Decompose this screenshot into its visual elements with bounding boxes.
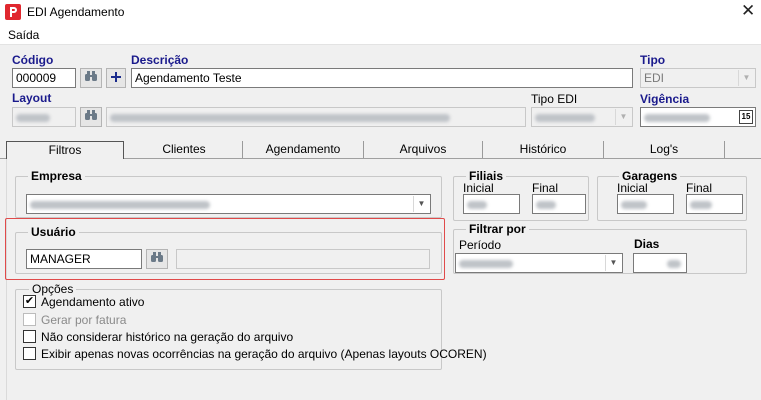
usuario-field[interactable]: MANAGER [26, 249, 142, 269]
dias-label: Dias [634, 237, 660, 251]
codigo-field[interactable]: 000009 [12, 68, 76, 88]
binoculars-icon [150, 252, 164, 266]
nao-considerar-historico-label: Não considerar histórico na geração do a… [41, 330, 294, 344]
gerar-por-fatura-checkbox [23, 313, 36, 326]
add-button[interactable] [106, 68, 126, 88]
garagens-inicial-field[interactable] [617, 194, 674, 214]
app-logo-icon [5, 4, 21, 20]
filiais-inicial-label: Inicial [463, 181, 494, 195]
layout-code-field [12, 107, 76, 127]
filiais-inicial-field[interactable] [463, 194, 520, 214]
tipo-value: EDI [644, 71, 665, 85]
nao-considerar-historico-checkbox[interactable] [23, 330, 36, 343]
menu-item-saida[interactable]: Saída [8, 28, 39, 42]
periodo-select[interactable]: ▼ [455, 253, 623, 273]
tipo-edi-select: ▼ [531, 107, 633, 127]
tab-logs[interactable]: Log's [604, 141, 724, 158]
tab-clientes[interactable]: Clientes [126, 141, 242, 158]
garagens-final-label: Final [686, 181, 713, 195]
codigo-label: Código [12, 53, 54, 67]
opcoes-label: Opções [29, 282, 77, 296]
vigencia-date-field[interactable]: 15 [640, 107, 756, 127]
periodo-label: Período [459, 238, 502, 252]
empresa-label: Empresa [28, 169, 85, 183]
layout-description-field [106, 107, 526, 127]
filiais-final-label: Final [532, 181, 559, 195]
filiais-final-field[interactable] [532, 194, 586, 214]
tab-agendamento[interactable]: Agendamento [243, 141, 363, 158]
search-usuario-button[interactable] [146, 249, 168, 269]
tipo-select: EDI ▼ [640, 68, 756, 88]
tab-historico[interactable]: Histórico [483, 141, 603, 158]
layout-label: Layout [12, 91, 52, 105]
binoculars-icon [84, 71, 98, 85]
agendamento-ativo-label: Agendamento ativo [41, 295, 145, 309]
descricao-field[interactable]: Agendamento Teste [131, 68, 633, 88]
dias-field[interactable] [633, 253, 687, 273]
window-title: EDI Agendamento [27, 5, 125, 19]
vigencia-label: Vigência [640, 92, 690, 106]
binoculars-icon [84, 110, 98, 124]
usuario-label: Usuário [28, 225, 79, 239]
chevron-down-icon: ▼ [738, 70, 754, 86]
agendamento-ativo-checkbox[interactable]: ✔ [23, 295, 36, 308]
tab-separator [724, 141, 725, 158]
chevron-down-icon: ▼ [615, 109, 631, 125]
garagens-final-field[interactable] [686, 194, 743, 214]
menu-bar [0, 25, 761, 45]
chevron-down-icon: ▼ [605, 255, 621, 271]
filtrar-por-label: Filtrar por [466, 222, 529, 236]
exibir-novas-ocorrencias-checkbox[interactable] [23, 347, 36, 360]
tab-filtros[interactable]: Filtros [6, 141, 124, 159]
tipo-edi-label: Tipo EDI [531, 92, 578, 106]
plus-icon [111, 71, 121, 85]
chevron-down-icon: ▼ [413, 196, 429, 212]
exibir-novas-ocorrencias-label: Exibir apenas novas ocorrências na geraç… [41, 347, 487, 361]
tab-arquivos[interactable]: Arquivos [364, 141, 482, 158]
usuario-name-field [176, 249, 430, 269]
descricao-label: Descrição [131, 53, 189, 67]
empresa-select[interactable]: ▼ [26, 194, 431, 214]
gerar-por-fatura-label: Gerar por fatura [41, 313, 127, 327]
search-layout-button[interactable] [80, 107, 102, 127]
search-codigo-button[interactable] [80, 68, 102, 88]
tipo-label: Tipo [640, 53, 666, 67]
close-icon[interactable]: ✕ [741, 2, 755, 20]
calendar-icon[interactable]: 15 [739, 110, 753, 124]
garagens-inicial-label: Inicial [617, 181, 648, 195]
